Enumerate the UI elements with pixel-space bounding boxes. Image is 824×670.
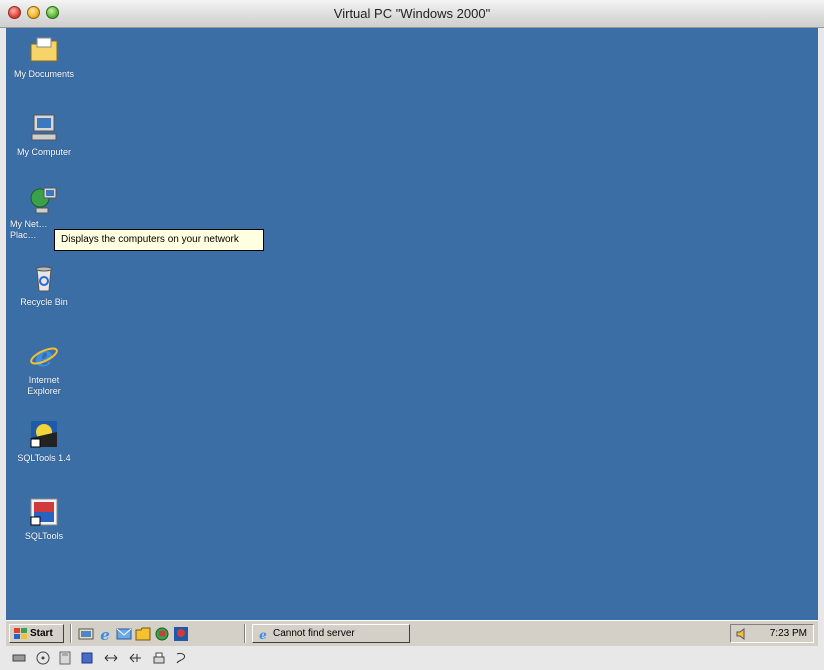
window-title: Virtual PC "Windows 2000" [333, 6, 491, 21]
svg-text:e: e [259, 628, 267, 640]
desktop-icon-label: Recycle Bin [20, 297, 68, 307]
taskbar-window-button[interactable]: e Cannot find server [252, 624, 410, 643]
sqltools-icon [28, 418, 60, 450]
network-adapter-icon[interactable] [80, 651, 94, 665]
virtualpc-statusbar [0, 646, 824, 669]
desktop-icon-label: My Net… Plac… [10, 219, 48, 240]
network-places-icon [28, 184, 60, 216]
taskbar-separator [244, 624, 246, 643]
internet-explorer-icon: e [28, 340, 60, 373]
tooltip: Displays the computers on your network [54, 229, 264, 251]
ie-icon[interactable]: e [97, 626, 113, 644]
printer-icon[interactable] [152, 651, 166, 665]
folder-icon[interactable] [135, 626, 151, 642]
taskbar: Start e e Cannot find server 7:23 PM [6, 620, 818, 646]
recycle-bin-icon [28, 262, 60, 294]
start-label: Start [30, 628, 53, 639]
sqltools-icon[interactable] [173, 626, 189, 642]
show-desktop-icon[interactable] [78, 626, 94, 642]
shared-folder-icon[interactable] [104, 651, 118, 665]
clock[interactable]: 7:23 PM [770, 628, 807, 639]
arrow-icon[interactable] [128, 651, 142, 665]
system-tray: 7:23 PM [730, 624, 814, 643]
outlook-icon[interactable] [116, 626, 132, 642]
cd-icon[interactable] [36, 651, 50, 665]
sqltools-icon [28, 496, 60, 528]
floppy-icon[interactable] [58, 651, 72, 665]
windows-flag-icon [14, 628, 27, 639]
network-icon[interactable] [154, 626, 170, 642]
ie-icon: e [257, 628, 269, 642]
drive-icon[interactable] [12, 651, 26, 665]
desktop-icon-my-computer[interactable]: My Computer [6, 112, 82, 158]
computer-icon [28, 112, 60, 144]
desktop-icon-label: Internet Explorer [27, 375, 61, 396]
folder-icon [28, 34, 60, 66]
volume-icon[interactable] [736, 628, 748, 640]
desktop-icon-label: SQLTools [24, 531, 64, 541]
desktop-icon-label: My Computer [16, 147, 71, 157]
sound-icon[interactable] [174, 651, 188, 665]
svg-text:e: e [100, 626, 110, 642]
start-button[interactable]: Start [9, 624, 64, 643]
taskbar-separator [70, 624, 72, 643]
window-titlebar[interactable]: Virtual PC "Windows 2000" [0, 0, 824, 28]
desktop-icon-internet-explorer[interactable]: e Internet Explorer [6, 340, 82, 397]
desktop-icon-label: My Documents [13, 69, 75, 79]
desktop[interactable]: My Documents My Computer My Net… Plac… R… [6, 28, 818, 620]
svg-text:e: e [35, 340, 53, 372]
desktop-icon-my-documents[interactable]: My Documents [6, 34, 82, 80]
desktop-icon-label: SQLTools 1.4 [17, 453, 71, 463]
desktop-icon-sqltools-14[interactable]: SQLTools 1.4 [6, 418, 82, 464]
desktop-icon-recycle-bin[interactable]: Recycle Bin [6, 262, 82, 308]
task-label: Cannot find server [273, 628, 355, 639]
desktop-icon-sqltools[interactable]: SQLTools [6, 496, 82, 542]
